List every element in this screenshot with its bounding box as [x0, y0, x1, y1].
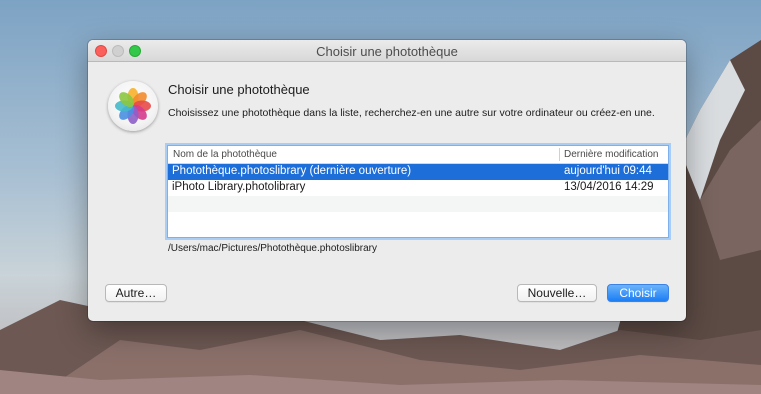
library-modified: 13/04/2016 14:29 [564, 181, 654, 193]
desktop: Choisir une photothèque Choisir une phot… [0, 0, 761, 394]
library-modified: aujourd'hui 09:44 [564, 165, 652, 177]
empty-row [168, 196, 668, 212]
library-path: /Users/mac/Pictures/Photothèque.photosli… [168, 243, 377, 254]
photo-library-dialog: Choisir une photothèque Choisir une phot… [88, 40, 686, 321]
window-title: Choisir une photothèque [316, 44, 458, 59]
title-bar: Choisir une photothèque [88, 40, 686, 62]
library-name: iPhoto Library.photolibrary [172, 181, 306, 193]
table-row[interactable]: Photothèque.photoslibrary (dernière ouve… [168, 164, 668, 180]
new-library-button[interactable]: Nouvelle… [517, 284, 597, 302]
dialog-heading: Choisir une photothèque [168, 82, 310, 97]
column-divider [559, 148, 560, 161]
column-header-name[interactable]: Nom de la photothèque [173, 149, 277, 160]
empty-row [168, 212, 668, 228]
other-button[interactable]: Autre… [105, 284, 167, 302]
column-header-modified[interactable]: Dernière modification [564, 149, 659, 160]
photos-app-icon [108, 81, 158, 131]
dialog-description: Choisissez une photothèque dans la liste… [168, 107, 655, 119]
library-name: Photothèque.photoslibrary (dernière ouve… [172, 165, 412, 177]
table-header: Nom de la photothèque Dernière modificat… [168, 146, 668, 164]
library-table[interactable]: Nom de la photothèque Dernière modificat… [167, 145, 669, 238]
choose-button[interactable]: Choisir [607, 284, 669, 302]
table-row[interactable]: iPhoto Library.photolibrary 13/04/2016 1… [168, 180, 668, 196]
